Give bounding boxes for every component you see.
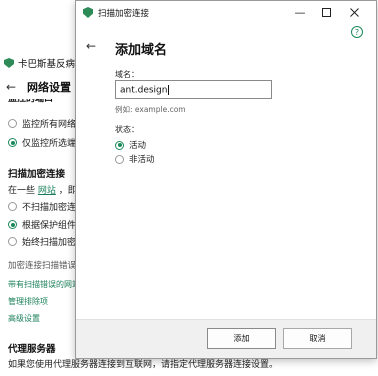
background-app-title: 卡巴斯基反病: [18, 59, 76, 70]
websites-link[interactable]: 网站: [38, 186, 56, 196]
radio-label: 监控所有网络: [22, 120, 77, 130]
dialog-title: 扫描加密连接: [98, 8, 150, 19]
radio-label: 不扫描加密连: [22, 203, 77, 213]
radio-monitor-selected-ports[interactable]: 仅监控所选端: [8, 136, 76, 149]
manage-exclusions-link[interactable]: 管理排除项: [8, 296, 48, 307]
dialog-heading: 添加域名: [115, 43, 168, 58]
text-cursor: [168, 85, 170, 95]
radio-button[interactable]: [8, 119, 17, 128]
radio-label: 非活动: [129, 155, 155, 165]
radio-scan-on-request[interactable]: 根据保护组件: [8, 218, 76, 231]
close-x: [349, 8, 359, 17]
monitored-ports-heading: 监控的端口: [8, 99, 54, 104]
status-inactive-option[interactable]: 非活动: [115, 153, 155, 165]
status-active-option[interactable]: 活动: [115, 139, 146, 151]
encrypted-error-label: 加密连接扫描错误: [8, 261, 77, 271]
radio-dont-scan[interactable]: 不扫描加密连: [8, 200, 76, 213]
minimize-icon[interactable]: —: [286, 1, 314, 24]
radio-monitor-all-ports[interactable]: 监控所有网络: [8, 117, 76, 130]
status-label: 状态：: [115, 125, 139, 134]
add-domain-dialog: 扫描加密连接 — ? ← 添加域名 域名： ant.design 例如: exa…: [75, 0, 377, 359]
background-page-title: 网络设置: [27, 81, 71, 94]
radio-button[interactable]: [8, 138, 17, 147]
encrypted-connections-heading: 扫描加密连接: [8, 169, 66, 180]
back-arrow-icon[interactable]: ←: [6, 80, 16, 94]
dialog-footer: 添加 取消: [76, 319, 376, 358]
proxy-heading: 代理服务器: [8, 344, 56, 355]
domain-input-value: ant.design: [120, 85, 168, 96]
radio-button[interactable]: [115, 154, 124, 164]
back-arrow-icon[interactable]: ←: [86, 39, 96, 53]
cancel-button[interactable]: 取消: [283, 328, 352, 349]
advanced-settings-link[interactable]: 高级设置: [8, 313, 40, 324]
maximize-icon[interactable]: [312, 1, 340, 24]
close-icon[interactable]: [340, 1, 368, 24]
kaspersky-shield-icon: [83, 7, 93, 18]
help-icon[interactable]: ?: [351, 26, 363, 38]
add-button[interactable]: 添加: [207, 328, 276, 349]
scan-error-sites-link[interactable]: 带有扫描错误的网站: [8, 279, 80, 290]
radio-label: 活动: [129, 141, 147, 151]
radio-button[interactable]: [8, 237, 17, 246]
background-titlebar: 卡巴斯基反病: [0, 52, 80, 74]
kaspersky-shield-icon: [4, 58, 14, 68]
radio-button[interactable]: [8, 202, 17, 211]
radio-label: 仅监控所选端: [22, 139, 77, 149]
radio-label: 根据保护组件: [22, 221, 77, 231]
domain-input[interactable]: ant.design: [115, 80, 272, 99]
domain-label: 域名：: [115, 70, 139, 79]
radio-button[interactable]: [115, 140, 124, 150]
maximize-square: [321, 8, 331, 17]
radio-button[interactable]: [8, 220, 17, 229]
domain-example-hint: 例如: example.com: [115, 105, 186, 114]
radio-always-scan[interactable]: 始终扫描加密: [8, 235, 76, 248]
radio-label: 始终扫描加密: [22, 238, 77, 248]
